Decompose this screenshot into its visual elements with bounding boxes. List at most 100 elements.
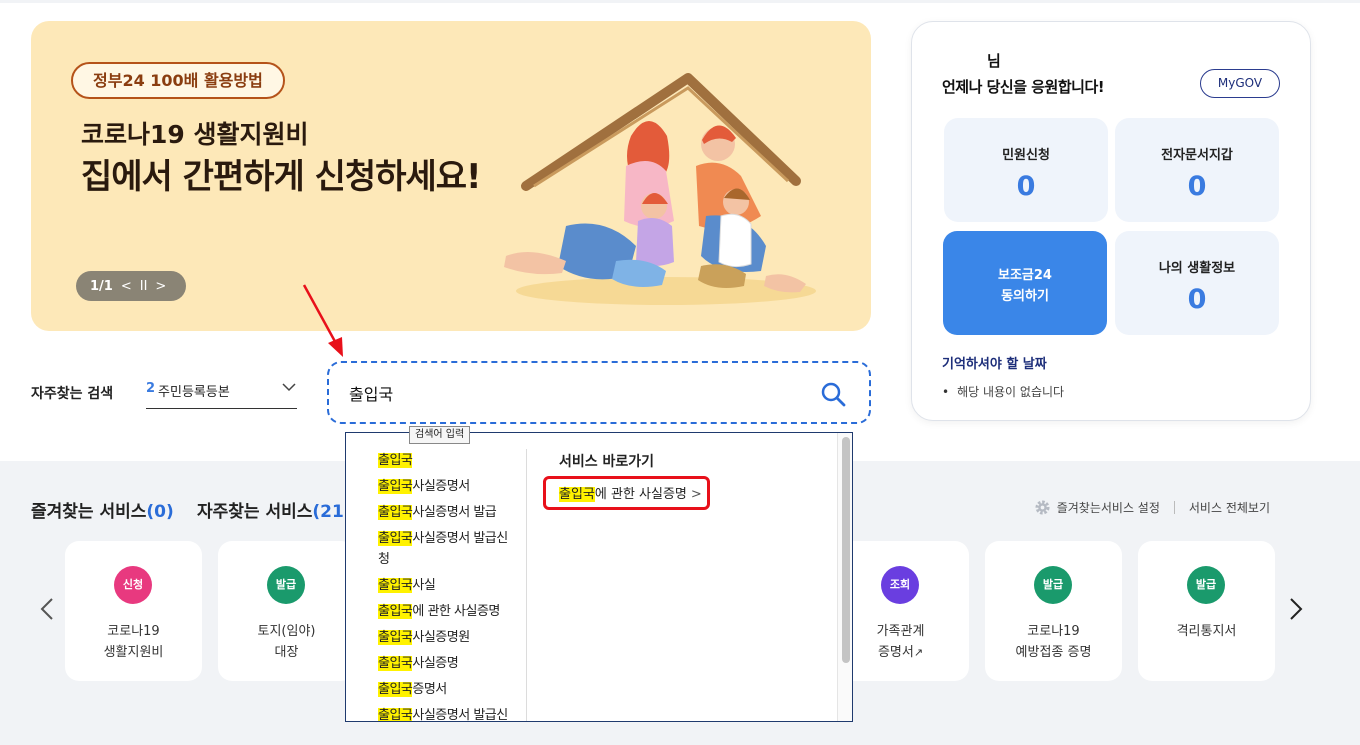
suggestion-item[interactable]: 출입국사실증명서 발급	[378, 500, 518, 526]
frequent-services-title[interactable]: 자주찾는 서비스(21)	[197, 497, 352, 522]
search-box[interactable]	[327, 361, 871, 424]
banner-subtitle: 코로나19 생활지원비	[81, 120, 309, 149]
all-services-link[interactable]: 서비스 전체보기	[1189, 499, 1270, 516]
service-label-line2: 대장	[274, 645, 299, 660]
rank-text: 주민등록등본	[158, 385, 230, 400]
remember-dates-empty: 해당 내용이 없습니다	[942, 383, 1064, 400]
suggestion-text: 사실증명서	[412, 479, 470, 494]
service-card[interactable]: 발급 코로나19 예방접종 증명	[985, 541, 1122, 681]
scrollbar-thumb[interactable]	[842, 437, 850, 663]
tile-e-document-wallet[interactable]: 전자문서지갑 0	[1115, 118, 1279, 222]
service-label-line1: 가족관계	[876, 624, 925, 639]
tile-count: 0	[1187, 171, 1207, 202]
suggestion-highlight: 출입국	[378, 453, 413, 468]
favorite-services-label: 즐겨찾는 서비스	[31, 502, 147, 522]
pager-count: 1/1	[90, 278, 113, 294]
banner-pager: 1/1 < II >	[76, 271, 186, 301]
suggestion-highlight: 출입국	[378, 479, 413, 494]
tile-label: 민원신청	[1002, 148, 1050, 163]
user-panel: 님 언제나 당신을 응원합니다! MyGOV 민원신청 0 전자문서지갑 0 보…	[911, 21, 1311, 421]
banner-title: 집에서 간편하게 신청하세요!	[81, 157, 482, 197]
remember-dates-title: 기억하셔야 할 날짜	[942, 357, 1047, 372]
search-input[interactable]	[349, 380, 789, 406]
banner-badge[interactable]: 정부24 100배 활용방법	[71, 62, 285, 99]
service-card[interactable]: 발급 격리통지서	[1138, 541, 1275, 681]
service-card[interactable]: 발급 토지(임야) 대장	[218, 541, 355, 681]
suggestion-highlight: 출입국	[378, 604, 413, 619]
shortcut-item[interactable]: 출입국에 관한 사실증명 >	[559, 483, 702, 502]
pager-pause-button[interactable]: II	[140, 279, 148, 294]
promo-banner[interactable]: 정부24 100배 활용방법 코로나19 생활지원비 집에서 간편하게 신청하세…	[31, 21, 871, 331]
service-label: 코로나19 예방접종 증명	[985, 621, 1122, 663]
tile-label: 보조금24 동의하기	[998, 268, 1052, 304]
suggestion-item[interactable]: 출입국사실증명원	[378, 625, 518, 651]
dropdown-scrollbar[interactable]	[837, 433, 852, 721]
pager-prev-button[interactable]: <	[121, 279, 132, 294]
pager-next-button[interactable]: >	[155, 279, 166, 294]
frequent-search-select[interactable]: 2 주민등록등본	[146, 381, 297, 409]
chevron-right-icon[interactable]	[1287, 596, 1305, 622]
tile-subsidy24-consent[interactable]: 보조금24 동의하기	[943, 231, 1107, 335]
top-divider	[0, 0, 1360, 3]
service-label-line1: 코로나19	[1027, 624, 1080, 639]
family-house-illustration	[504, 73, 816, 305]
suggestion-item[interactable]: 출입국사실증명서 발급신	[378, 703, 518, 722]
mygov-button[interactable]: MyGOV	[1200, 69, 1280, 98]
favorite-services-count: (0)	[146, 502, 174, 522]
suggestion-item[interactable]: 출입국증명서	[378, 677, 518, 703]
chevron-down-icon[interactable]	[281, 379, 297, 395]
service-badge: 신청	[114, 566, 152, 604]
suggestion-text: 사실증명서 발급신	[412, 708, 508, 722]
shortcut-highlight: 출입국	[559, 487, 595, 502]
shortcut-text: 에 관한 사실증명	[594, 487, 687, 502]
services-links: 즐겨찾는서비스 설정 서비스 전체보기	[1034, 499, 1270, 516]
suggestion-text: 에 관한 사실증명	[412, 604, 500, 619]
suggestion-item[interactable]: 출입국	[378, 448, 518, 474]
tile-count: 0	[1016, 171, 1036, 202]
link-divider	[1173, 501, 1175, 514]
suggestion-item[interactable]: 출입국사실증명	[378, 651, 518, 677]
frequent-search-label: 자주찾는 검색	[31, 386, 114, 402]
suggestion-item[interactable]: 출입국사실증명서 발급신청	[378, 526, 518, 573]
service-label-line2: 생활지원비	[103, 645, 164, 660]
tile-label: 나의 생활정보	[1158, 261, 1236, 276]
suggestion-highlight: 출입국	[378, 682, 413, 697]
service-label: 코로나19 생활지원비	[65, 621, 202, 663]
suggestion-item[interactable]: 출입국사실증명서	[378, 474, 518, 500]
suggestion-highlight: 출입국	[378, 656, 413, 671]
favorite-settings-label: 즐겨찾는서비스 설정	[1056, 501, 1160, 515]
gear-icon	[1035, 500, 1050, 515]
suggestion-text: 사실증명서 발급	[412, 505, 497, 520]
suggestion-text: 증명서	[412, 682, 447, 697]
tile-count: 0	[1187, 284, 1207, 315]
chevron-left-icon[interactable]	[38, 596, 56, 622]
dropdown-divider	[526, 449, 527, 721]
tile-civil-application[interactable]: 민원신청 0	[944, 118, 1108, 222]
tile-my-life-info[interactable]: 나의 생활정보 0	[1115, 231, 1279, 335]
page: 정부24 100배 활용방법 코로나19 생활지원비 집에서 간편하게 신청하세…	[0, 0, 1360, 745]
favorite-services-title[interactable]: 즐겨찾는 서비스(0)	[31, 497, 174, 522]
suggestion-list: 출입국 출입국사실증명서 출입국사실증명서 발급 출입국사실증명서 발급신청 출…	[378, 448, 518, 722]
service-card[interactable]: 신청 코로나19 생활지원비	[65, 541, 202, 681]
chevron-right-icon: >	[690, 487, 702, 502]
rank-number: 2	[146, 381, 156, 396]
favorite-settings-link[interactable]: 즐겨찾는서비스 설정	[1034, 499, 1160, 516]
user-name: 님	[987, 52, 1001, 70]
suggestion-text: 사실증명원	[412, 630, 470, 645]
suggestion-item[interactable]: 출입국사실	[378, 573, 518, 599]
suggestion-highlight: 출입국	[378, 708, 413, 722]
service-label-line1: 격리통지서	[1176, 624, 1237, 639]
service-label-line2: 증명서	[877, 645, 914, 660]
search-icon[interactable]	[820, 381, 846, 407]
service-badge: 발급	[267, 566, 305, 604]
service-label-line2: 예방접종 증명	[1015, 645, 1092, 660]
suggestion-item[interactable]: 출입국에 관한 사실증명	[378, 599, 518, 625]
suggestion-text: 사실증명	[412, 656, 459, 671]
tile-label: 전자문서지갑	[1161, 148, 1233, 163]
service-label: 격리통지서	[1138, 621, 1275, 642]
service-label-line1: 토지(임야)	[257, 624, 316, 639]
service-label-line1: 코로나19	[107, 624, 160, 639]
service-badge: 발급	[1187, 566, 1225, 604]
shortcut-title: 서비스 바로가기	[559, 454, 655, 470]
suggestion-highlight: 출입국	[378, 630, 413, 645]
